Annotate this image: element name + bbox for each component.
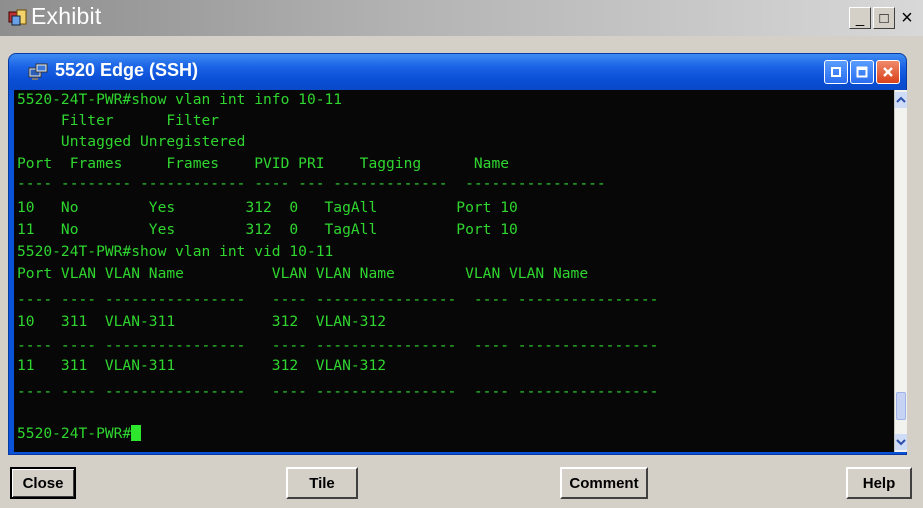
comment-button-label: Comment: [569, 474, 639, 492]
terminal-output[interactable]: 5520-24T-PWR#show vlan int info 10-11 Fi…: [14, 90, 894, 452]
terminal-line: 5520-24T-PWR#show vlan int info 10-11: [17, 91, 343, 108]
terminal-line: Port Frames Frames PVID PRI Tagging Name: [17, 155, 510, 172]
tile-button[interactable]: Tile: [286, 467, 358, 499]
terminal-line: 10 311 VLAN-311 312 VLAN-312: [17, 313, 387, 330]
terminal-line: 10 No Yes 312 0 TagAll Port 10: [17, 199, 518, 216]
minimize-icon: [831, 67, 841, 77]
maximize-icon: □: [879, 9, 889, 27]
exhibit-window-controls: _ □ ×: [849, 7, 917, 31]
exhibit-titlebar[interactable]: Exhibit _ □ ×: [0, 0, 923, 36]
ssh-window-title: 5520 Edge (SSH): [55, 60, 199, 80]
terminal-line: ---- -------- ------------ ---- --- ----…: [17, 175, 606, 192]
comment-button[interactable]: Comment: [560, 467, 648, 499]
terminal-line: 11 311 VLAN-311 312 VLAN-312: [17, 357, 387, 374]
terminal-prompt: 5520-24T-PWR#: [17, 425, 132, 442]
ssh-maximize-button[interactable]: [850, 60, 874, 84]
scroll-up-button[interactable]: [895, 92, 907, 108]
close-button[interactable]: Close: [10, 467, 76, 499]
terminal-line: 5520-24T-PWR#show vlan int vid 10-11: [17, 243, 334, 260]
close-icon: ×: [901, 7, 913, 29]
minimize-button[interactable]: _: [849, 7, 871, 29]
chevron-up-icon: [896, 96, 906, 103]
terminal-line: 11 No Yes 312 0 TagAll Port 10: [17, 221, 518, 238]
minimize-icon: _: [855, 9, 865, 27]
ssh-terminal-icon: [27, 62, 49, 84]
terminal-line: Filter Filter: [17, 112, 220, 129]
close-icon: [883, 67, 893, 77]
close-button-label: Close: [22, 474, 64, 492]
ssh-minimize-button[interactable]: [824, 60, 848, 84]
scrollbar-thumb[interactable]: [896, 392, 906, 420]
help-button-label: Help: [862, 474, 896, 492]
help-button[interactable]: Help: [846, 467, 912, 499]
terminal-cursor: [131, 425, 142, 441]
maximize-button[interactable]: □: [873, 7, 895, 29]
terminal-line: ---- ---- ---------------- ---- --------…: [17, 291, 659, 308]
terminal-line: Port VLAN VLAN Name VLAN VLAN Name VLAN …: [17, 265, 589, 282]
chevron-down-icon: [896, 439, 906, 446]
terminal-scrollbar[interactable]: [894, 90, 907, 452]
terminal-line: ---- ---- ---------------- ---- --------…: [17, 337, 659, 354]
close-window-button[interactable]: ×: [897, 7, 917, 29]
tile-button-label: Tile: [309, 474, 335, 492]
scroll-down-button[interactable]: [895, 434, 907, 450]
ssh-titlebar[interactable]: 5520 Edge (SSH): [9, 54, 906, 90]
exhibit-title: Exhibit: [31, 3, 102, 29]
ssh-close-button[interactable]: [876, 60, 900, 84]
ssh-window: 5520 Edge (SSH) 5520-24T-PWR#show vlan i…: [9, 54, 907, 454]
terminal-line: ---- ---- ---------------- ---- --------…: [17, 383, 659, 400]
exhibit-app-icon: [8, 8, 28, 28]
ssh-window-controls: [824, 60, 900, 84]
terminal-prompt-line: 5520-24T-PWR#: [17, 424, 142, 444]
terminal-line: Untagged Unregistered: [17, 133, 246, 150]
maximize-icon: [856, 66, 868, 78]
